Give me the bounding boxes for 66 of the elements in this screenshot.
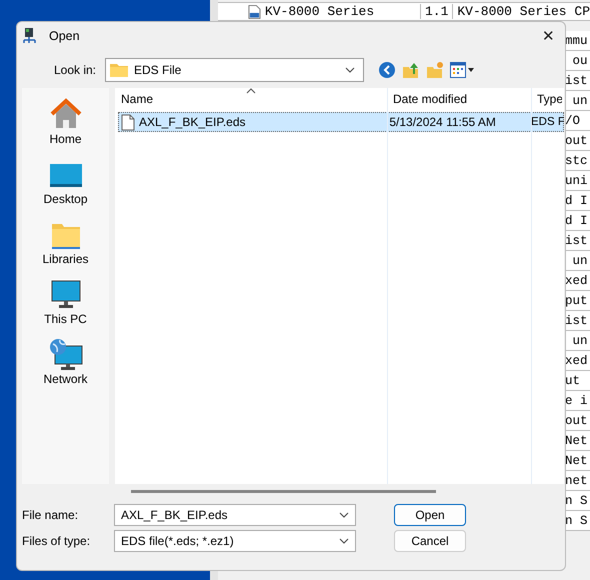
place-item[interactable]: Network: [26, 334, 106, 386]
network-device-icon: [23, 28, 37, 44]
table-cell: d I: [565, 194, 588, 208]
chevron-down-icon: [345, 67, 355, 73]
file-type: EDS F: [530, 116, 563, 128]
table-cell: xed: [565, 354, 588, 368]
table-cell: ist: [565, 74, 588, 88]
scrollbar[interactable]: [131, 490, 436, 492]
look-in-label: Look in:: [52, 63, 97, 77]
look-in-dropdown[interactable]: EDS File: [105, 58, 364, 82]
house-icon: [50, 98, 82, 130]
table-cell: 1.1: [420, 4, 454, 19]
close-button[interactable]: ✕: [536, 27, 561, 45]
table-cell-text: un: [572, 254, 588, 268]
column-header[interactable]: Date modified: [387, 88, 531, 110]
monitor-icon: [50, 280, 80, 310]
document-icon: [121, 114, 135, 130]
table-cell-text: KV-8000 Series CP: [456, 4, 590, 19]
file-type-dropdown[interactable]: EDS file(*.eds; *.ez1): [114, 530, 356, 552]
table-cell: KV-8000 Series: [264, 4, 421, 19]
sort-caret-icon: [246, 88, 256, 94]
file-date: 5/13/2024 11:55 AM: [388, 115, 497, 129]
table-cell: n S: [565, 494, 588, 508]
table-cell: uni: [565, 174, 588, 188]
chevron-down-icon: [339, 512, 349, 518]
table-cell: stc: [565, 154, 588, 168]
desktop-icon: [50, 162, 82, 190]
folder-icon: [50, 222, 80, 250]
table-cell: d I: [565, 214, 588, 228]
table-cell-text: ut: [565, 374, 582, 388]
table-cell: out: [565, 134, 588, 148]
table-cell: ist: [565, 314, 588, 328]
folder-up-icon[interactable]: [402, 61, 420, 79]
file-row[interactable]: AXL_F_BK_EIP.eds 5/13/2024 11:55 AM EDS F: [118, 112, 564, 132]
table-cell: net: [565, 474, 588, 488]
table-cell: out: [565, 414, 588, 428]
file-name-label: File name:: [22, 508, 80, 522]
table-cell: mmu: [565, 34, 588, 48]
place-item[interactable]: Home: [26, 94, 106, 146]
table-cell-text: un: [572, 334, 588, 348]
table-cell: put: [565, 294, 588, 308]
place-item[interactable]: This PC: [26, 274, 106, 326]
table-cell: Net: [565, 434, 588, 448]
open-button[interactable]: Open: [394, 504, 466, 526]
table-cell: xed: [565, 274, 588, 288]
place-item[interactable]: Libraries: [26, 214, 106, 266]
table-cell: n S: [565, 514, 588, 528]
table-cell-text: ou: [572, 54, 588, 68]
folder-icon: [110, 63, 128, 77]
file-name: AXL_F_BK_EIP.eds: [139, 115, 246, 129]
view-menu-icon[interactable]: [450, 62, 474, 78]
column-header[interactable]: Name: [115, 88, 387, 110]
table-cell: /O: [565, 114, 580, 128]
file-name-field[interactable]: AXL_F_BK_EIP.eds: [114, 504, 356, 526]
network-icon: [48, 338, 82, 370]
back-icon[interactable]: [378, 61, 396, 79]
table-cell: e i: [565, 394, 588, 408]
chevron-down-icon: [339, 538, 349, 544]
file-type-label: Files of type:: [22, 534, 92, 548]
new-folder-icon[interactable]: [426, 61, 444, 79]
table-cell: Net: [565, 454, 588, 468]
table-cell-text: un: [572, 94, 588, 108]
table-cell: ist: [565, 234, 588, 248]
window-title: Open: [49, 29, 80, 43]
cancel-button[interactable]: Cancel: [394, 530, 466, 552]
place-item[interactable]: Desktop: [26, 154, 106, 206]
